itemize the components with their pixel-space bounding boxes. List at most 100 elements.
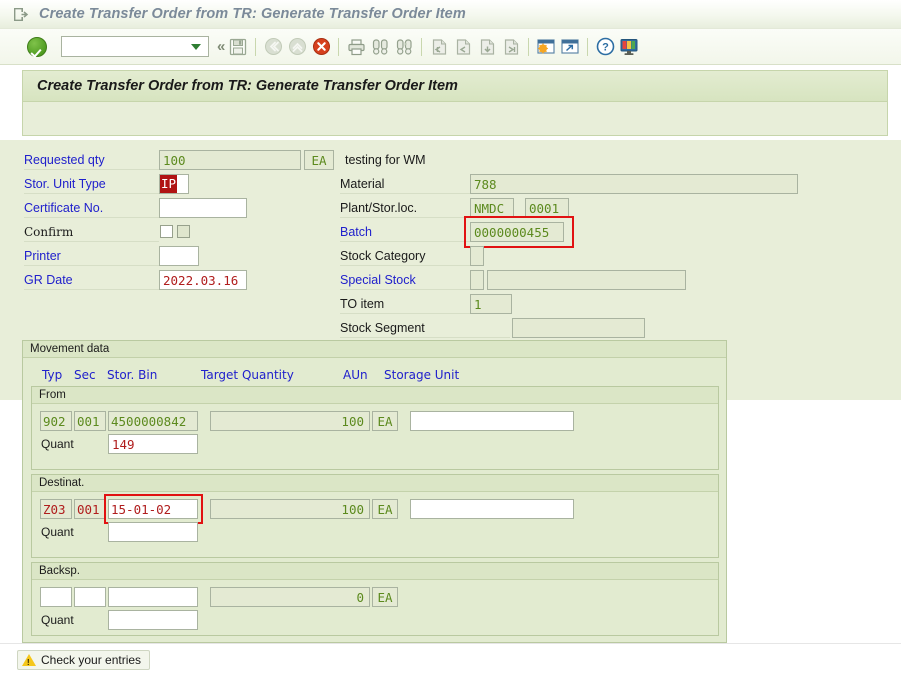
material-label: Material bbox=[340, 174, 470, 194]
screen-content: Create Transfer Order from TR: Generate … bbox=[0, 65, 901, 643]
sap-gui-window: Create Transfer Order from TR: Generate … bbox=[0, 0, 901, 673]
next-page-button[interactable] bbox=[476, 36, 498, 58]
first-page-button[interactable] bbox=[428, 36, 450, 58]
enter-button[interactable] bbox=[27, 36, 47, 57]
status-bar: Check your entries SAP CSDN @喜欢打酱油的老鸟 LT… bbox=[0, 643, 901, 673]
toolbar-divider bbox=[338, 37, 340, 56]
toolbar-divider bbox=[587, 37, 589, 56]
from-quant-label: Quant bbox=[41, 437, 74, 451]
create-session-button[interactable] bbox=[535, 36, 557, 58]
certificate-no-field[interactable] bbox=[159, 198, 247, 218]
destination-storage-unit-field[interactable] bbox=[410, 499, 574, 519]
movement-data-group-title: Movement data bbox=[23, 341, 726, 358]
backsp-target-quantity-field[interactable]: 0 bbox=[210, 587, 370, 607]
destination-quant-field[interactable] bbox=[108, 522, 198, 542]
batch-field[interactable]: 0000000455 bbox=[470, 222, 564, 242]
find-next-button[interactable] bbox=[393, 36, 415, 58]
backsp-typ-field[interactable] bbox=[40, 587, 72, 607]
from-typ-field[interactable]: 902 bbox=[40, 411, 72, 431]
stor-unit-type-label: Stor. Unit Type bbox=[24, 174, 159, 194]
destination-quant-label: Quant bbox=[41, 525, 74, 539]
window-title: Create Transfer Order from TR: Generate … bbox=[39, 6, 466, 22]
special-stock-indicator-field[interactable] bbox=[470, 270, 484, 290]
chevron-down-icon[interactable] bbox=[191, 43, 201, 50]
column-header-storage-unit: Storage Unit bbox=[384, 368, 460, 382]
stor-unit-type-value: IP bbox=[160, 175, 178, 193]
print-button[interactable] bbox=[345, 36, 367, 58]
back-button[interactable] bbox=[262, 36, 284, 58]
gr-date-field[interactable]: 2022.03.16 bbox=[159, 270, 247, 290]
find-button[interactable] bbox=[369, 36, 391, 58]
special-stock-text-field[interactable] bbox=[487, 270, 686, 290]
destination-stor-bin-field[interactable]: 15-01-02 bbox=[108, 499, 198, 519]
create-shortcut-button[interactable] bbox=[559, 36, 581, 58]
column-header-target-quantity: Target Quantity bbox=[201, 368, 294, 382]
movement-data-group: Movement data Typ Sec Stor. Bin Target Q… bbox=[22, 340, 727, 643]
plant-field[interactable]: NMDC bbox=[470, 198, 514, 218]
to-item-field[interactable]: 1 bbox=[470, 294, 512, 314]
destination-aun-field: EA bbox=[372, 499, 398, 519]
system-toolbar: « ? bbox=[0, 29, 901, 65]
printer-label: Printer bbox=[24, 246, 159, 266]
status-message-text: Check your entries bbox=[41, 653, 142, 667]
material-field[interactable]: 788 bbox=[470, 174, 798, 194]
backsp-stor-bin-field[interactable] bbox=[108, 587, 198, 607]
movement-section-backsp: Backsp. 0 EA Quant bbox=[31, 562, 719, 636]
exit-arrow-icon bbox=[13, 7, 29, 22]
certificate-no-label: Certificate No. bbox=[24, 198, 159, 218]
toolbar-divider bbox=[421, 37, 423, 56]
local-layout-button[interactable] bbox=[618, 36, 640, 58]
stock-category-field[interactable] bbox=[470, 246, 484, 266]
help-button[interactable]: ? bbox=[594, 36, 616, 58]
movement-section-from: From 902 001 4500000842 100 EA Quant 149 bbox=[31, 386, 719, 470]
cancel-button[interactable] bbox=[310, 36, 332, 58]
window-title-bar: Create Transfer Order from TR: Generate … bbox=[0, 0, 901, 29]
from-target-quantity-field[interactable]: 100 bbox=[210, 411, 370, 431]
section-title-destination: Destinat. bbox=[32, 475, 718, 492]
stock-segment-label: Stock Segment bbox=[340, 318, 510, 338]
previous-page-button[interactable] bbox=[452, 36, 474, 58]
printer-field[interactable] bbox=[159, 246, 199, 266]
from-sec-field[interactable]: 001 bbox=[74, 411, 106, 431]
stor-unit-type-field[interactable]: IP bbox=[159, 174, 189, 194]
backsp-quant-field[interactable] bbox=[108, 610, 198, 630]
confirm-checkbox[interactable] bbox=[160, 225, 173, 238]
destination-typ-field[interactable]: Z03 bbox=[40, 499, 72, 519]
confirm-label: Confirm bbox=[24, 222, 159, 242]
back-history-button[interactable]: « bbox=[217, 38, 225, 55]
column-header-typ: Typ bbox=[42, 368, 63, 382]
destination-target-quantity-field[interactable]: 100 bbox=[210, 499, 370, 519]
from-quant-field[interactable]: 149 bbox=[108, 434, 198, 454]
svg-text:?: ? bbox=[602, 42, 609, 54]
screen-title-bar: Create Transfer Order from TR: Generate … bbox=[22, 70, 888, 102]
stock-category-label: Stock Category bbox=[340, 246, 470, 266]
stock-segment-field[interactable] bbox=[512, 318, 645, 338]
requested-qty-uom-field: EA bbox=[304, 150, 334, 170]
last-page-button[interactable] bbox=[500, 36, 522, 58]
backsp-aun-field: EA bbox=[372, 587, 398, 607]
storage-location-field[interactable]: 0001 bbox=[525, 198, 569, 218]
plant-storloc-label: Plant/Stor.loc. bbox=[340, 198, 470, 218]
requested-qty-field[interactable]: 100 bbox=[159, 150, 301, 170]
from-storage-unit-field[interactable] bbox=[410, 411, 574, 431]
column-header-aun: AUn bbox=[343, 368, 368, 382]
to-item-label: TO item bbox=[340, 294, 470, 314]
backsp-quant-label: Quant bbox=[41, 613, 74, 627]
batch-label: Batch bbox=[340, 222, 470, 242]
destination-sec-field[interactable]: 001 bbox=[74, 499, 106, 519]
status-message[interactable]: Check your entries bbox=[17, 650, 151, 670]
movement-section-destination: Destinat. Z03 001 15-01-02 100 EA Quant bbox=[31, 474, 719, 558]
from-stor-bin-field[interactable]: 4500000842 bbox=[108, 411, 198, 431]
command-field[interactable] bbox=[61, 36, 209, 57]
column-header-sec: Sec bbox=[74, 368, 96, 382]
gr-date-label: GR Date bbox=[24, 270, 159, 290]
toolbar-divider bbox=[255, 37, 257, 56]
confirm-secondary-checkbox bbox=[177, 225, 190, 238]
special-stock-label: Special Stock bbox=[340, 270, 470, 290]
save-button[interactable] bbox=[227, 36, 249, 58]
backsp-sec-field[interactable] bbox=[74, 587, 106, 607]
from-aun-field: EA bbox=[372, 411, 398, 431]
exit-button[interactable] bbox=[286, 36, 308, 58]
material-description-text: testing for WM bbox=[345, 153, 426, 167]
screen-title-text: Create Transfer Order from TR: Generate … bbox=[37, 78, 458, 94]
